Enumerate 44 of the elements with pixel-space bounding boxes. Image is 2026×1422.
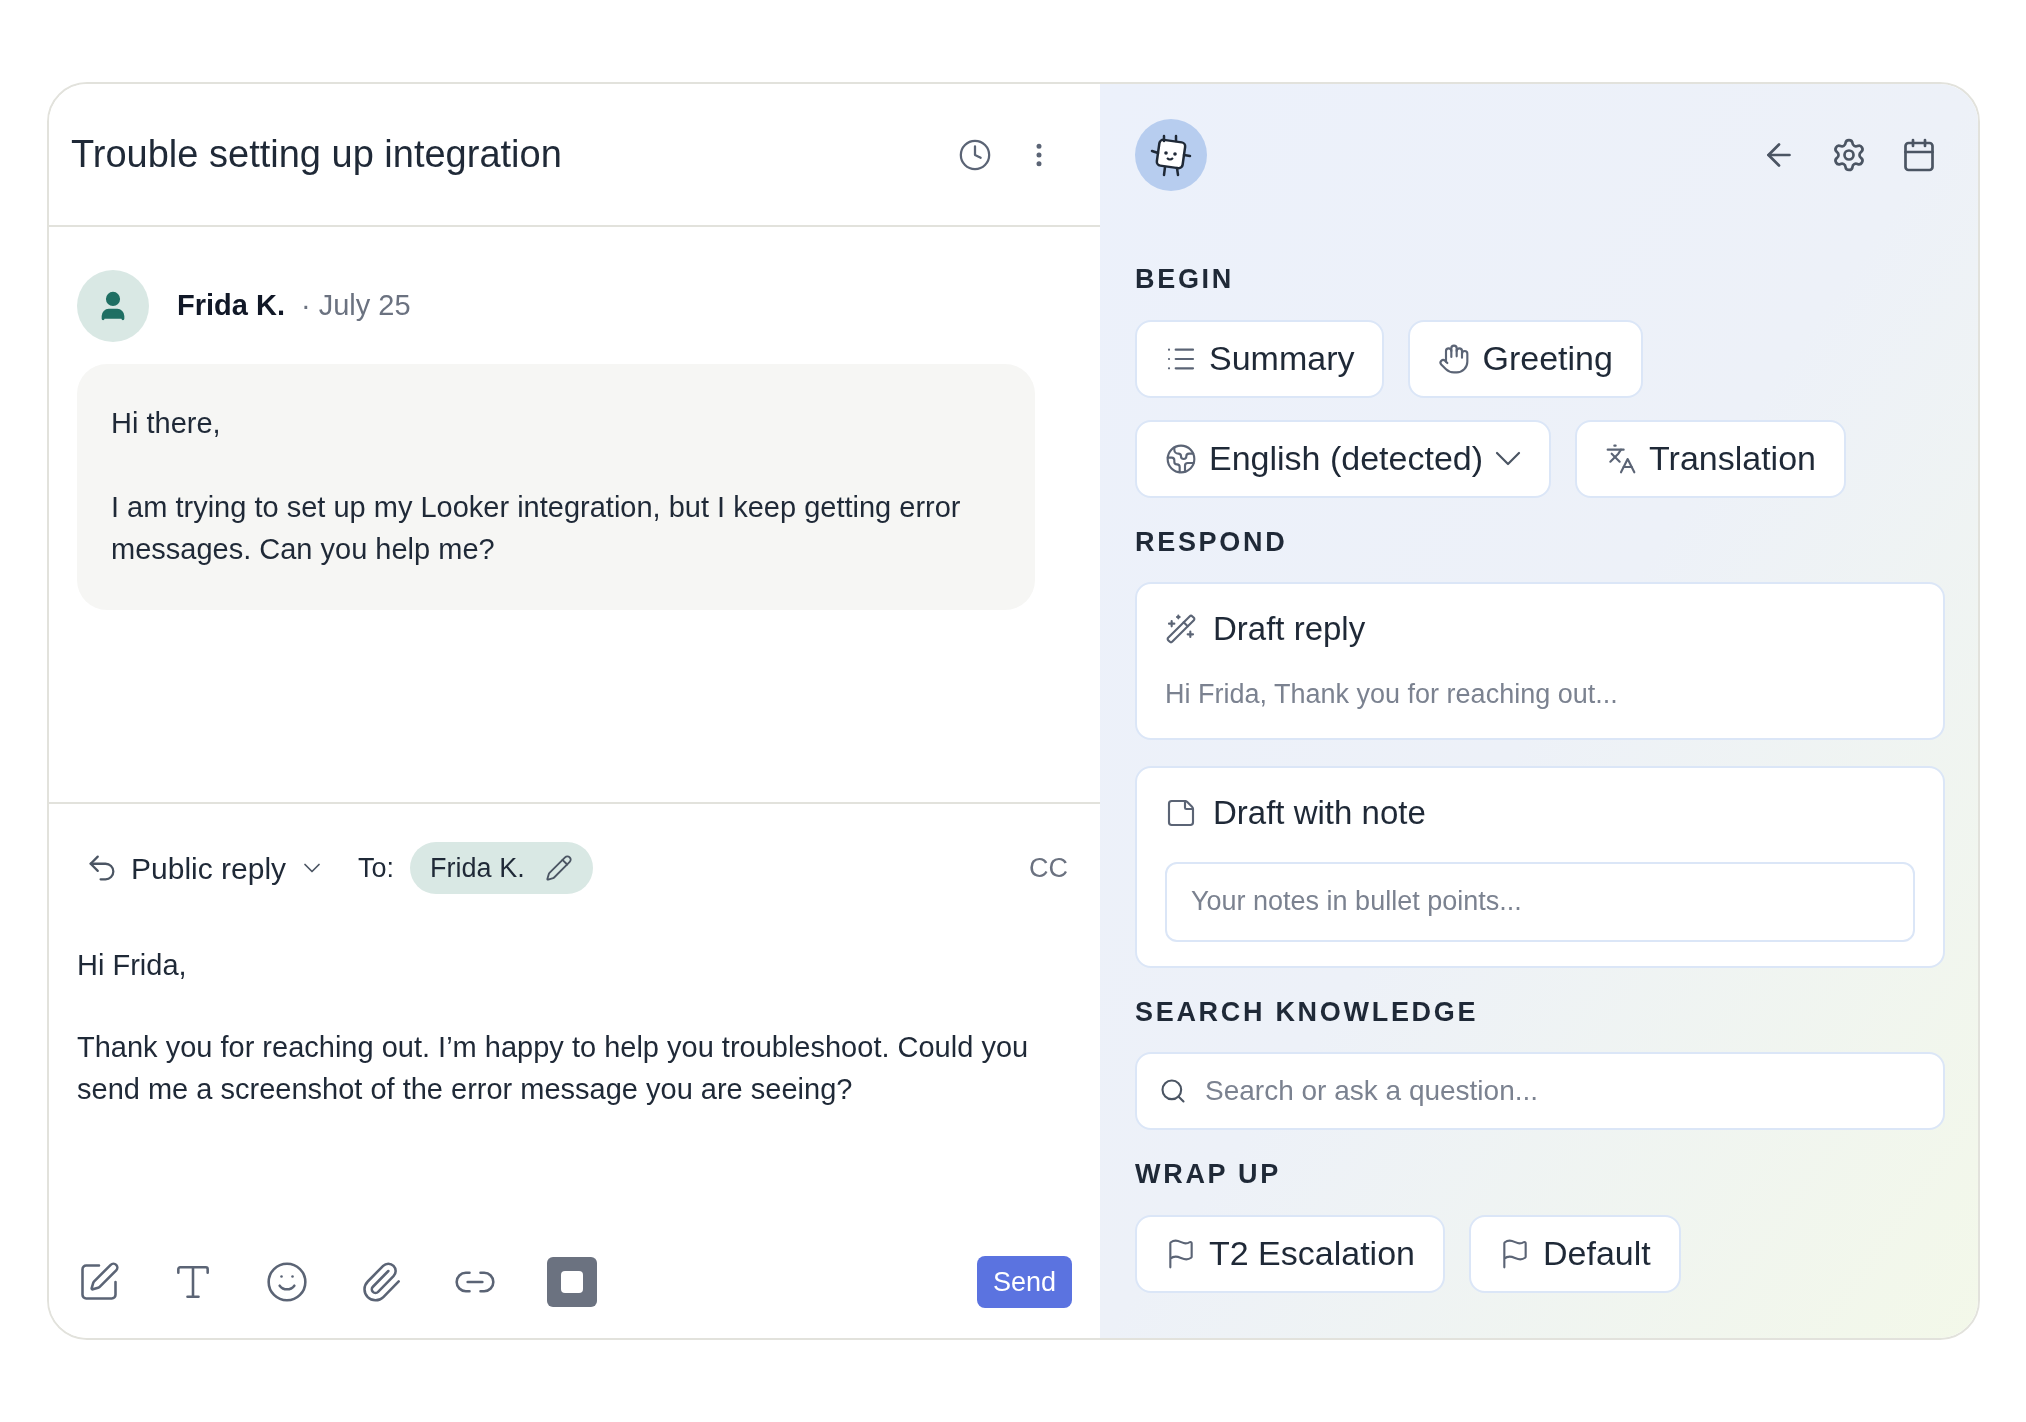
recipient-name: Frida K. [430,851,525,885]
clock-icon[interactable] [958,137,992,172]
send-button[interactable]: Send [976,1256,1072,1308]
language-dropdown[interactable]: English (detected) [1135,419,1552,498]
action-card[interactable]: Draft with note Your notes in bullet points... [1135,766,1945,968]
to-label: To: [358,851,395,885]
action-card[interactable]: Draft reply Hi Frida, Thank you for reaching out... [1135,582,1945,740]
recipient-chip[interactable]: Frida K. [410,842,593,894]
cc-link[interactable]: CC [1029,847,1068,889]
card-title: Draft with note [1213,793,1426,833]
action-button[interactable]: T2 Escalation [1135,1214,1445,1293]
translate-icon [1605,442,1638,475]
reply-mode-dropdown[interactable]: Public reply [85,845,327,891]
reply-editor[interactable]: Hi Frida, Thank you for reaching out. I’m happy to help you troubleshoot. Could you send me a screenshot of the error message you are seeing? [77,944,1072,1256]
section-heading: WRAP UP [1135,1158,1282,1191]
section-heading: RESPOND [1135,525,1289,559]
action-button[interactable]: Default [1469,1214,1681,1293]
settings-icon[interactable] [1831,137,1867,173]
message-date: · July 25 [300,288,411,324]
search-icon [1159,1077,1187,1105]
reply-text: Thank you for reaching out. I’m happy to help you troubleshoot. Could you send me a screenshot of the error message you are seeing? [77,1030,1030,1107]
search-field[interactable]: Search or ask a question... [1135,1052,1945,1130]
emoji-icon[interactable] [265,1260,309,1304]
calendar-icon[interactable] [1901,137,1937,173]
app-icon[interactable] [547,1257,597,1307]
chevron-down-icon [1495,451,1522,466]
action-button[interactable]: Greeting [1408,319,1643,398]
section-heading: BEGIN [1135,263,1235,296]
draft-preview: Hi Frida, Thank you for reaching out... [1165,677,1619,711]
card-title: Draft reply [1213,609,1366,649]
section-heading: SEARCH KNOWLEDGE [1135,995,1480,1029]
message-text: Hi there, [111,406,222,441]
robot-logo-icon [1135,119,1207,191]
globe-icon [1165,442,1197,475]
conversation-title: Trouble setting up integration [71,132,563,177]
author-name: Frida K. [177,288,285,324]
pencil-icon[interactable] [544,854,573,882]
waving-hand-icon [1438,342,1471,375]
magic-wand-icon [1165,612,1197,645]
notes-field[interactable]: Your notes in bullet points... [1165,861,1915,942]
reply-text: Hi Frida, [77,948,188,983]
action-button[interactable]: Translation [1575,419,1846,498]
message-text: I am trying to set up my Looker integration, but I keep getting error messages. Can you help me? [111,490,962,567]
action-button[interactable]: Summary [1135,319,1385,398]
